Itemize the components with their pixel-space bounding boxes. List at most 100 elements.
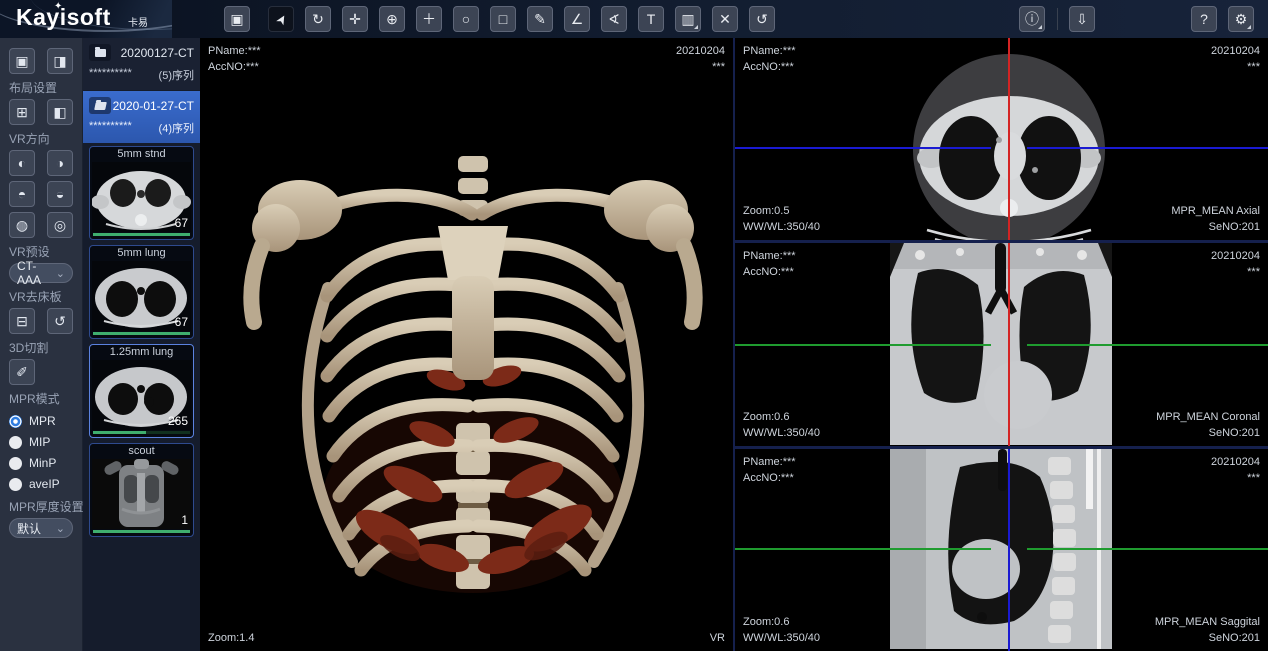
rotate-3d-button[interactable]: ↻: [305, 6, 331, 32]
vr-dir-inferior-button[interactable]: ◎: [47, 212, 73, 238]
axial-patient-overlay: PName:***AccNO:***: [743, 43, 796, 75]
vr-dir-left-button[interactable]: ◓: [9, 181, 35, 207]
save-image-button[interactable]: ⇩: [1069, 6, 1095, 32]
study-item-2020-01-27[interactable]: 2020-01-27-CT ********** (4)序列: [83, 91, 200, 143]
vr-preset-select[interactable]: CT-AAA ⌄: [9, 263, 73, 283]
bed-icon: ⊟: [16, 313, 28, 330]
mpr-axial-viewport[interactable]: PName:***AccNO:*** 20210204*** Zoom:0.5W…: [735, 38, 1268, 240]
mpr-coronal-viewport[interactable]: PName:***AccNO:*** 20210204*** Zoom:0.6W…: [735, 243, 1268, 445]
vr-remove-bed-button[interactable]: ⊟: [9, 308, 35, 334]
coronal-patient-overlay: PName:***AccNO:***: [743, 248, 796, 280]
series-thumbnail-125mm-lung[interactable]: 1.25mm lung 265: [89, 344, 194, 438]
report-button[interactable]: ⓘ: [1019, 6, 1045, 32]
mpr-mode-option-aveip[interactable]: aveIP: [9, 477, 73, 491]
vr-dir-anterior-button[interactable]: ◐: [9, 150, 35, 176]
mpr-mode-option-label: MIP: [29, 435, 50, 449]
crosshair-button[interactable]: ＋: [416, 6, 442, 32]
thumbnail-progress: [93, 233, 190, 236]
vr-viewport[interactable]: PName:***AccNO:*** 20210204*** Zoom:1.4 …: [200, 38, 733, 651]
vr-dir-anterior-icon: ◐: [18, 155, 26, 171]
window-level-button[interactable]: ▥: [675, 6, 701, 32]
layout-grid-button[interactable]: ⊞: [9, 99, 35, 125]
measure-line-button[interactable]: ✎: [527, 6, 553, 32]
study-item-20200127[interactable]: 20200127-CT ********** (5)序列: [83, 38, 200, 90]
study-title: 2020-01-27-CT: [111, 99, 194, 113]
series-thumbnail-scout[interactable]: scout 1: [89, 443, 194, 537]
axial-crosshair-horizontal[interactable]: [735, 147, 991, 149]
pan-button[interactable]: ✛: [342, 6, 368, 32]
help-button[interactable]: ?: [1191, 6, 1217, 32]
sagittal-crosshair-vertical[interactable]: [1008, 449, 1010, 651]
cut-3d-button[interactable]: ✐: [9, 359, 35, 385]
sagittal-crosshair-horizontal[interactable]: [735, 548, 991, 550]
axial-crosshair-horizontal[interactable]: [1027, 147, 1268, 149]
sagittal-crosshair-horizontal[interactable]: [1027, 548, 1268, 550]
axial-crosshair-vertical[interactable]: [1008, 38, 1010, 240]
mpr-column: PName:***AccNO:*** 20210204*** Zoom:0.5W…: [733, 38, 1268, 651]
study-patient-masked: **********: [89, 120, 132, 136]
vr-dir-posterior-button[interactable]: ◑: [47, 150, 73, 176]
folder-button[interactable]: [89, 44, 111, 61]
coronal-series-overlay: MPR_MEAN CoronalSeNO:201: [1156, 409, 1260, 441]
mpr-mode-option-mpr[interactable]: MPR: [9, 414, 73, 428]
chevron-down-icon: ⌄: [56, 267, 65, 280]
axial-study-overlay: 20210204***: [1211, 43, 1260, 75]
save-image-icon: ⇩: [1076, 12, 1088, 26]
zoom-in-icon: ⊕: [386, 12, 398, 26]
axial-zoom-overlay: Zoom:0.5WW/WL:350/40: [743, 203, 820, 235]
layout-grid-icon: ⊞: [16, 104, 28, 121]
axial-series-overlay: MPR_MEAN AxialSeNO:201: [1171, 203, 1260, 235]
thumbnail-image-count: 1: [181, 513, 188, 527]
left-sidebar: ▣ ◨ 布局设置 ⊞ ◧ VR方向 ◐ ◑ ◓ ◒ ◍ ◎ VR预设: [0, 38, 83, 651]
layout-single-button[interactable]: ▣: [9, 48, 35, 74]
coronal-crosshair-horizontal[interactable]: [735, 344, 991, 346]
cursor-button[interactable]: ➤: [268, 6, 294, 32]
rectangle-roi-button[interactable]: □: [490, 6, 516, 32]
layout-right-panel-icon: ◨: [53, 53, 66, 70]
mpr-layout-icon: ▣: [230, 12, 243, 26]
vr-dir-posterior-icon: ◑: [56, 155, 64, 171]
layout-right-panel-button[interactable]: ◨: [47, 48, 73, 74]
mpr-layout-button[interactable]: ▣: [224, 6, 250, 32]
reset-view-button[interactable]: ↺: [749, 6, 775, 32]
vr-dir-right-button[interactable]: ◒: [47, 181, 73, 207]
angle-button[interactable]: ∠: [564, 6, 590, 32]
brand-cn-text: 卡易: [128, 14, 148, 29]
delete-annotation-button[interactable]: ✕: [712, 6, 738, 32]
series-thumbnail-5mm-lung[interactable]: 5mm lung 67: [89, 245, 194, 339]
help-icon: ?: [1200, 12, 1208, 26]
ellipse-roi-button[interactable]: ○: [453, 6, 479, 32]
mpr-sagittal-viewport[interactable]: PName:***AccNO:*** 20210204*** Zoom:0.6W…: [735, 449, 1268, 651]
series-thumbnail-5mm-stnd[interactable]: 5mm stnd 67: [89, 146, 194, 240]
settings-icon: ⚙: [1235, 12, 1248, 26]
sagittal-study-overlay: 20210204***: [1211, 454, 1260, 486]
layout-left-split-button[interactable]: ◧: [47, 99, 73, 125]
thumbnail-label: scout: [91, 444, 192, 459]
mpr-mode-label: MPR模式: [9, 390, 73, 407]
sagittal-patient-overlay: PName:***AccNO:***: [743, 454, 796, 486]
vr-dir-superior-button[interactable]: ◍: [9, 212, 35, 238]
radio-icon: [9, 436, 22, 449]
mpr-thickness-select[interactable]: 默认 ⌄: [9, 518, 73, 538]
vr-bed-reset-button[interactable]: ↺: [47, 308, 73, 334]
radio-icon: [9, 478, 22, 491]
mpr-mode-option-mip[interactable]: MIP: [9, 435, 73, 449]
folder-open-button[interactable]: [89, 97, 111, 114]
thumbnail-image-scout: [92, 459, 191, 529]
text-annotation-button[interactable]: T: [638, 6, 664, 32]
mpr-mode-option-label: MinP: [29, 456, 56, 470]
toolbar-buttons: ▣ ➤ ↻ ✛ ⊕ ＋ ○ □ ✎ ∠ ∢ T ▥ ✕ ↺ ⓘ ⇩ ? ⚙: [172, 0, 1268, 38]
chevron-down-icon: ⌄: [56, 522, 65, 535]
mpr-mode-option-minp[interactable]: MinP: [9, 456, 73, 470]
coronal-crosshair-vertical[interactable]: [1008, 243, 1010, 445]
radio-icon: [9, 457, 22, 470]
vr-dir-left-icon: ◓: [18, 186, 26, 202]
mpr-mode-option-label: aveIP: [29, 477, 60, 491]
coronal-crosshair-horizontal[interactable]: [1027, 344, 1268, 346]
settings-button[interactable]: ⚙: [1228, 6, 1254, 32]
cobb-angle-button[interactable]: ∢: [601, 6, 627, 32]
crosshair-icon: ＋: [422, 12, 436, 26]
reset-icon: ↺: [756, 12, 768, 26]
pan-icon: ✛: [349, 12, 361, 26]
zoom-in-button[interactable]: ⊕: [379, 6, 405, 32]
